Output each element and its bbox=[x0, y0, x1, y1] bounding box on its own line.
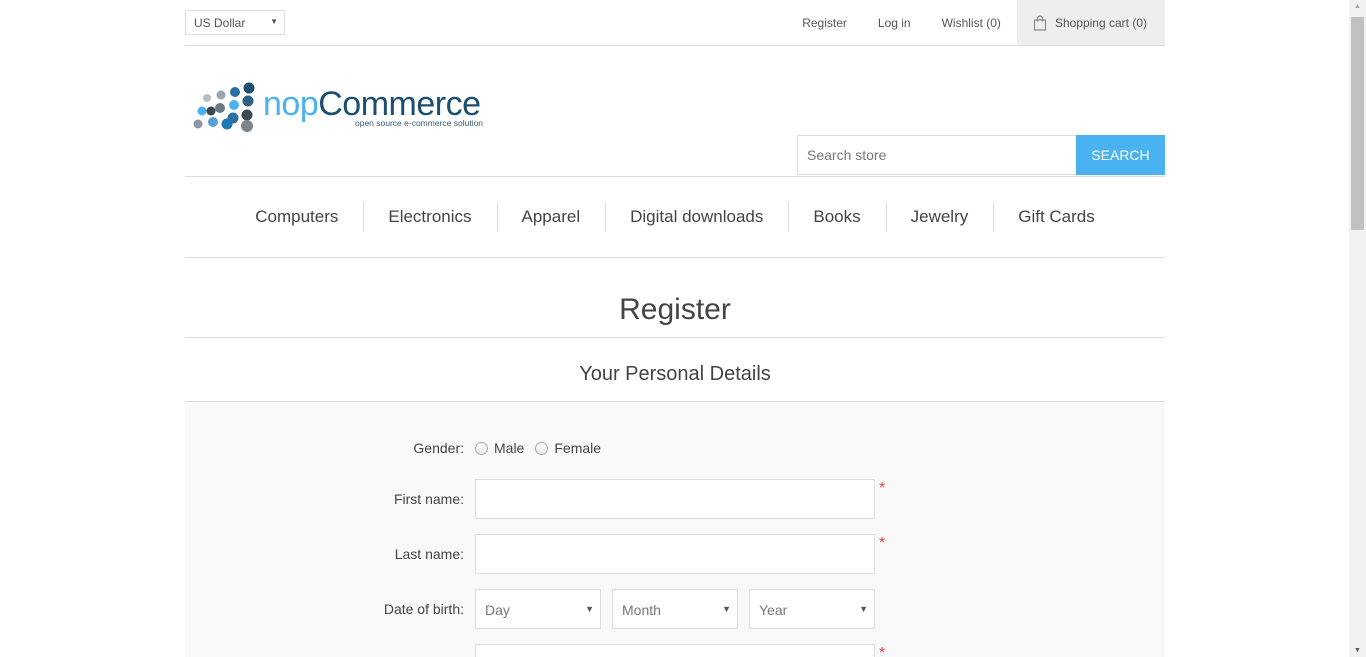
dob-day-value: Day bbox=[485, 602, 510, 618]
required-mark: * bbox=[879, 480, 886, 497]
registration-form: Gender: Male Female First name: * Last n… bbox=[185, 402, 1165, 657]
dob-month-value: Month bbox=[622, 602, 661, 618]
top-menu: Computers Electronics Apparel Digital do… bbox=[185, 176, 1165, 258]
gender-male-radio[interactable] bbox=[475, 441, 488, 455]
header-links: Register Log in Wishlist (0) Shopping ca… bbox=[771, 0, 1165, 45]
gender-male-label[interactable]: Male bbox=[494, 440, 524, 456]
first-name-field[interactable] bbox=[475, 479, 875, 519]
scroll-up-arrow-icon[interactable]: ▲ bbox=[1354, 3, 1361, 10]
dob-year-select[interactable]: Year ▼ bbox=[749, 589, 875, 629]
currency-selector[interactable]: US Dollar ▼ bbox=[185, 10, 285, 35]
menu-item-computers[interactable]: Computers bbox=[230, 202, 363, 232]
menu-item-jewelry[interactable]: Jewelry bbox=[885, 202, 994, 232]
logo-tagline: open source e-commerce solution bbox=[355, 118, 484, 128]
login-link[interactable]: Log in bbox=[878, 16, 911, 30]
logo-dots-icon bbox=[193, 82, 255, 132]
shopping-bag-icon bbox=[1033, 14, 1047, 31]
menu-item-gift-cards[interactable]: Gift Cards bbox=[993, 202, 1120, 232]
shopping-cart-link[interactable]: Shopping cart (0) bbox=[1016, 0, 1165, 45]
email-field[interactable] bbox=[475, 644, 875, 657]
menu-item-electronics[interactable]: Electronics bbox=[363, 202, 496, 232]
chevron-down-icon: ▼ bbox=[859, 604, 868, 614]
menu-item-apparel[interactable]: Apparel bbox=[496, 202, 606, 232]
scrollbar-thumb[interactable] bbox=[1351, 17, 1364, 230]
wishlist-link[interactable]: Wishlist (0) bbox=[942, 16, 1001, 30]
gender-options: Male Female bbox=[475, 440, 612, 456]
chevron-down-icon: ▼ bbox=[722, 604, 731, 614]
chevron-down-icon: ▼ bbox=[585, 604, 594, 614]
store-logo[interactable]: nopCommerce open source e-commerce solut… bbox=[189, 82, 499, 138]
gender-label: Gender: bbox=[413, 440, 464, 456]
currency-selector-value: US Dollar bbox=[194, 16, 246, 30]
register-link[interactable]: Register bbox=[802, 16, 847, 30]
chevron-down-icon: ▼ bbox=[270, 17, 278, 26]
last-name-field[interactable] bbox=[475, 534, 875, 574]
last-name-label: Last name: bbox=[394, 546, 464, 562]
menu-item-digital-downloads[interactable]: Digital downloads bbox=[605, 202, 788, 232]
search-button[interactable]: SEARCH bbox=[1076, 135, 1165, 175]
logo-word-nop: nop bbox=[263, 85, 319, 123]
section-title-text: Your Personal Details bbox=[579, 363, 771, 385]
dob-year-value: Year bbox=[759, 602, 788, 618]
required-mark: * bbox=[879, 535, 886, 552]
date-of-birth-label: Date of birth: bbox=[383, 601, 464, 617]
shopping-cart-label: Shopping cart (0) bbox=[1054, 15, 1147, 30]
gender-female-radio[interactable] bbox=[535, 441, 549, 455]
section-title: Your Personal Details bbox=[185, 338, 1165, 402]
page-title-text: Register bbox=[619, 293, 731, 326]
page-scrollbar[interactable]: ▲ ▼ bbox=[1349, 0, 1366, 657]
dob-day-select[interactable]: Day ▼ bbox=[475, 589, 601, 629]
header-links-bar: US Dollar ▼ Register Log in Wishlist (0)… bbox=[185, 0, 1165, 46]
page-container: US Dollar ▼ Register Log in Wishlist (0)… bbox=[185, 0, 1165, 657]
search-input[interactable] bbox=[797, 135, 1077, 175]
required-mark: * bbox=[879, 645, 886, 657]
page-title: Register bbox=[185, 258, 1165, 338]
menu-item-books[interactable]: Books bbox=[788, 202, 885, 232]
scroll-down-arrow-icon[interactable]: ▼ bbox=[1354, 647, 1361, 654]
header-main: nopCommerce open source e-commerce solut… bbox=[185, 46, 1165, 176]
gender-female-label[interactable]: Female bbox=[554, 440, 601, 456]
first-name-label: First name: bbox=[393, 491, 464, 507]
dob-month-select[interactable]: Month ▼ bbox=[612, 589, 738, 629]
